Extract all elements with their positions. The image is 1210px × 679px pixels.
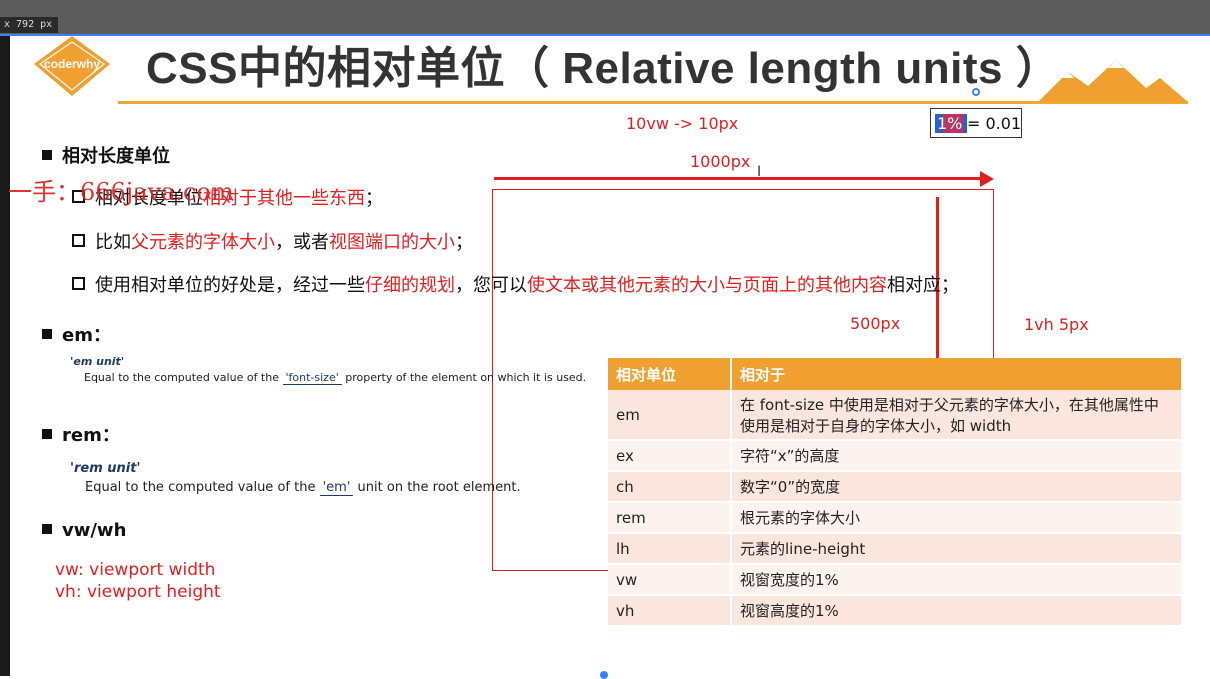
horizontal-arrow (494, 177, 984, 180)
heading-rem: rem： (42, 421, 120, 447)
hollow-bullet-icon (72, 277, 85, 290)
table-cell: vh (608, 595, 732, 627)
bottom-indicator (600, 671, 608, 679)
watermark: 一手：666java.com (8, 178, 234, 206)
heading-relative-units: 相对长度单位 (42, 142, 170, 168)
rem-em-link[interactable]: 'em' (319, 480, 354, 496)
em-definition: Equal to the computed value of the 'font… (84, 371, 587, 385)
table-cell: em (608, 390, 732, 441)
table-cell: lh (608, 533, 732, 565)
table-cell: rem (608, 502, 732, 534)
size-badge: x 792 px (0, 17, 58, 33)
relative-line-3: 使用相对单位的好处是，经过一些仔细的规划，您可以使文本或其他元素的大小与页面上的… (72, 271, 959, 297)
table-header: 相对于 (731, 358, 1181, 390)
bullet-square-icon (42, 329, 52, 339)
table-row: ex 字符“x”的高度 (608, 440, 1181, 472)
note-height-px: 500px (850, 314, 901, 333)
table-cell: 视窗宽度的1% (731, 564, 1181, 596)
table-cell: 在 font-size 中使用是相对于父元素的字体大小，在其他属性中使用是相对于… (731, 390, 1181, 441)
bullet-square-icon (42, 524, 52, 534)
rem-term: 'rem unit' (70, 461, 141, 476)
relative-line-2: 比如父元素的字体大小，或者视图端口的大小； (72, 228, 473, 254)
table-cell: 元素的line-height (731, 533, 1181, 565)
equation-highlight: 1% (937, 114, 963, 133)
table-header: 相对单位 (608, 358, 732, 390)
logo-text: coderwhy (44, 57, 100, 71)
arrow-right-icon (980, 171, 994, 187)
bullet-square-icon (42, 429, 52, 439)
note-width-px: 1000px (690, 152, 751, 171)
table-row: ch 数字“0”的宽度 (608, 471, 1181, 503)
bullet-square-icon (42, 150, 52, 160)
em-term: 'em unit' (70, 355, 125, 368)
rem-definition: Equal to the computed value of the 'em' … (85, 480, 521, 496)
table-row: lh 元素的line-height (608, 533, 1181, 565)
title-underline (118, 101, 1188, 104)
em-font-size-link[interactable]: 'font-size' (282, 371, 342, 385)
table-cell: ex (608, 440, 732, 472)
note-vw: vw: viewport width (55, 560, 216, 580)
table-cell: vw (608, 564, 732, 596)
table-row: vw 视窗宽度的1% (608, 564, 1181, 596)
equation-rest: = 0.01 (967, 114, 1022, 133)
units-table: 相对单位 相对于 em 在 font-size 中使用是相对于父元素的字体大小，… (608, 358, 1181, 627)
heading-em: em： (42, 321, 111, 347)
heading-vw-wh: vw/wh (42, 520, 126, 541)
table-row: vh 视窗高度的1% (608, 595, 1181, 627)
table-cell: 根元素的字体大小 (731, 502, 1181, 534)
table-row: em 在 font-size 中使用是相对于父元素的字体大小，在其他属性中使用是… (608, 390, 1181, 441)
note-vw-px: 10vw -> 10px (626, 114, 739, 133)
table-cell: 视窗高度的1% (731, 595, 1181, 627)
equation-box: 1% = 0.01 (930, 108, 1022, 138)
page-title: CSS中的相对单位（ Relative length units ） (146, 44, 1061, 93)
mountains-decoration (1038, 52, 1188, 102)
table-cell: 数字“0”的宽度 (731, 471, 1181, 503)
coderwhy-logo: coderwhy (34, 36, 110, 96)
left-edge-bar (0, 36, 10, 676)
table-cell: 字符“x”的高度 (731, 440, 1181, 472)
table-cell: ch (608, 471, 732, 503)
table-row: rem 根元素的字体大小 (608, 502, 1181, 534)
cursor-dot (972, 88, 980, 96)
note-vh: vh: viewport height (55, 582, 221, 602)
hollow-bullet-icon (72, 234, 85, 247)
note-vh-px: 1vh 5px (1024, 315, 1089, 334)
top-toolbar (0, 0, 1210, 36)
